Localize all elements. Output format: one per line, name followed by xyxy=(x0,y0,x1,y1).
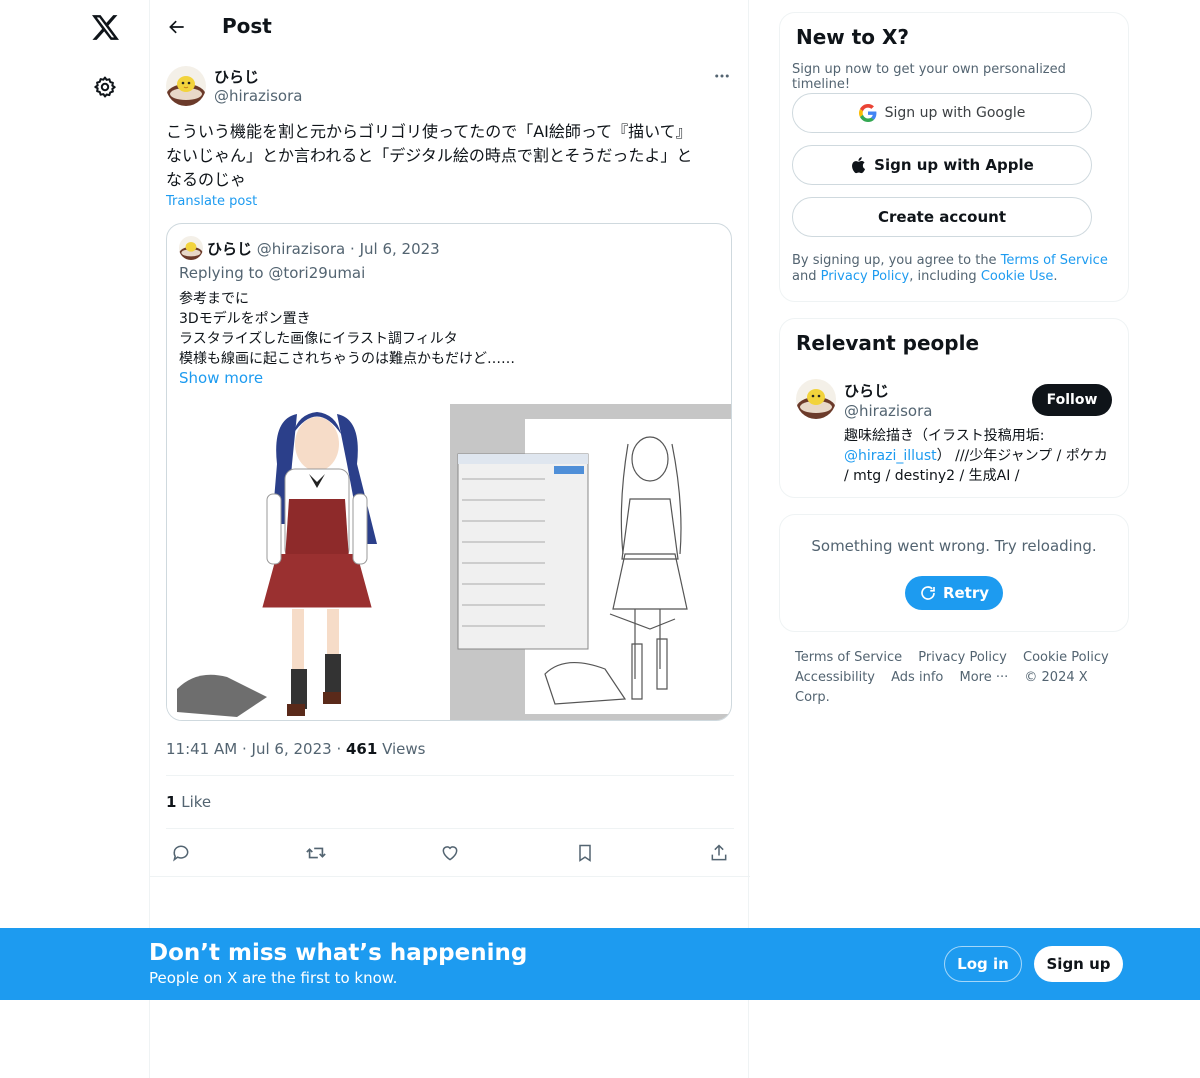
signup-title: New to X? xyxy=(796,25,910,49)
post-time[interactable]: 11:41 AM xyxy=(166,740,237,758)
divider xyxy=(166,828,734,829)
replying-to: Replying to @tori29umai xyxy=(179,264,366,282)
person-bio: 趣味絵描き（イラスト投稿用垢: @hirazi_illust） ///少年ジャン… xyxy=(844,426,1114,486)
bio-mention-link[interactable]: @hirazi_illust xyxy=(844,448,937,464)
relevant-people-title: Relevant people xyxy=(796,331,980,355)
legal-end: . xyxy=(1053,269,1058,284)
legal-and: and xyxy=(792,269,821,284)
x-logo-icon[interactable] xyxy=(86,8,124,46)
separator-dot: · xyxy=(241,740,252,758)
signup-google-label: Sign up with Google xyxy=(884,105,1026,121)
bookmark-icon[interactable] xyxy=(570,838,600,868)
views-count: 461 xyxy=(345,740,378,758)
banner-subtitle: People on X are the first to know. xyxy=(149,969,398,987)
separator-dot: · xyxy=(336,740,346,758)
footer-privacy-link[interactable]: Privacy Policy xyxy=(918,650,1007,665)
footer-accessibility-link[interactable]: Accessibility xyxy=(795,670,875,685)
quote-author-name: ひらじ xyxy=(207,240,253,258)
repost-icon[interactable] xyxy=(301,838,331,868)
signup-card: New to X? Sign up now to get your own pe… xyxy=(779,12,1129,302)
post-date[interactable]: Jul 6, 2023 xyxy=(252,740,332,758)
quote-media xyxy=(167,404,731,720)
refresh-icon xyxy=(921,586,935,600)
back-arrow-icon[interactable] xyxy=(162,12,192,42)
share-icon[interactable] xyxy=(704,838,734,868)
privacy-link[interactable]: Privacy Policy xyxy=(821,269,910,284)
more-options-icon[interactable] xyxy=(710,64,734,88)
footer-terms-link[interactable]: Terms of Service xyxy=(795,650,902,665)
avatar[interactable] xyxy=(166,66,206,106)
banner-title: Don’t miss what’s happening xyxy=(149,940,528,966)
signup-legal-text: By signing up, you agree to the Terms of… xyxy=(792,253,1118,285)
like-icon[interactable] xyxy=(435,838,465,868)
show-more-link[interactable]: Show more xyxy=(179,369,263,387)
quote-meta: ひらじ @hirazisora · Jul 6, 2023 xyxy=(207,238,440,259)
page-header: Post xyxy=(150,0,750,53)
divider xyxy=(150,876,750,877)
relevant-people-card: Relevant people ひらじ @hirazisora Follow 趣… xyxy=(779,318,1129,498)
media-image-illustration-filter[interactable] xyxy=(450,404,731,720)
signup-google-button[interactable]: Sign up with Google xyxy=(792,93,1092,133)
signup-subtitle: Sign up now to get your own personalized… xyxy=(792,62,1066,92)
views-label: Views xyxy=(382,740,426,758)
post-timestamp: 11:41 AM · Jul 6, 2023 · 461 Views xyxy=(166,740,426,758)
signup-apple-button[interactable]: Sign up with Apple xyxy=(792,145,1092,185)
bio-prefix: 趣味絵描き（イラスト投稿用垢: xyxy=(844,428,1045,444)
legal-including: , including xyxy=(909,269,981,284)
error-card: Something went wrong. Try reloading. Ret… xyxy=(779,514,1129,632)
legal-prefix: By signing up, you agree to the xyxy=(792,253,1001,268)
author-name[interactable]: ひらじ xyxy=(214,66,259,87)
signup-button[interactable]: Sign up xyxy=(1034,946,1123,982)
sidebar-footer: Terms of Service Privacy Policy Cookie P… xyxy=(795,648,1125,708)
quote-date: Jul 6, 2023 xyxy=(359,240,440,258)
page-title: Post xyxy=(222,14,272,38)
quote-text: 参考までに 3Dモデルをポン置き ラスタライズした画像にイラスト調フィルタ 模様… xyxy=(179,291,515,367)
avatar xyxy=(179,236,203,260)
avatar[interactable] xyxy=(796,379,836,419)
retry-label: Retry xyxy=(942,584,990,602)
post-actions xyxy=(166,838,734,868)
footer-ads-info-link[interactable]: Ads info xyxy=(891,670,943,685)
likes-label: Like xyxy=(181,793,212,811)
divider xyxy=(166,775,734,776)
cookie-link[interactable]: Cookie Use xyxy=(981,269,1054,284)
error-message: Something went wrong. Try reloading. xyxy=(811,537,1097,555)
create-account-button[interactable]: Create account xyxy=(792,197,1092,237)
signup-apple-label: Sign up with Apple xyxy=(874,156,1034,174)
google-icon xyxy=(858,104,877,122)
gear-icon[interactable] xyxy=(86,68,124,106)
apple-icon xyxy=(852,157,866,174)
translate-post-link[interactable]: Translate post xyxy=(166,194,257,209)
person-handle[interactable]: @hirazisora xyxy=(844,402,932,420)
footer-row: Accessibility Ads info More ··· © 2024 X… xyxy=(795,668,1125,708)
retry-button[interactable]: Retry xyxy=(905,576,1003,610)
author-handle[interactable]: @hirazisora xyxy=(214,87,302,105)
footer-row: Terms of Service Privacy Policy Cookie P… xyxy=(795,648,1125,668)
media-image-3d-model[interactable] xyxy=(167,404,450,720)
person-name[interactable]: ひらじ xyxy=(844,380,889,401)
quote-author-handle: @hirazisora xyxy=(256,240,346,258)
login-button[interactable]: Log in xyxy=(944,946,1022,982)
reply-icon[interactable] xyxy=(166,838,196,868)
footer-more-link[interactable]: More ··· xyxy=(959,670,1008,685)
left-nav xyxy=(0,0,150,1078)
terms-link[interactable]: Terms of Service xyxy=(1001,253,1108,268)
likes-summary[interactable]: 1 Like xyxy=(166,793,211,811)
post-text: こういう機能を割と元からゴリゴリ使ってたので「AI絵師って『描いて』 ないじゃん… xyxy=(166,122,693,189)
likes-count: 1 xyxy=(166,793,177,811)
quoted-post[interactable]: ひらじ @hirazisora · Jul 6, 2023 Replying t… xyxy=(166,223,732,721)
bottom-signup-banner: Don’t miss what’s happening People on X … xyxy=(0,928,1200,1000)
separator-dot: · xyxy=(350,240,355,258)
main-column: Post ひらじ @hirazisora こういう機能を割と元からゴリゴリ使って… xyxy=(149,0,750,1078)
footer-cookie-link[interactable]: Cookie Policy xyxy=(1023,650,1109,665)
follow-button[interactable]: Follow xyxy=(1032,384,1112,416)
